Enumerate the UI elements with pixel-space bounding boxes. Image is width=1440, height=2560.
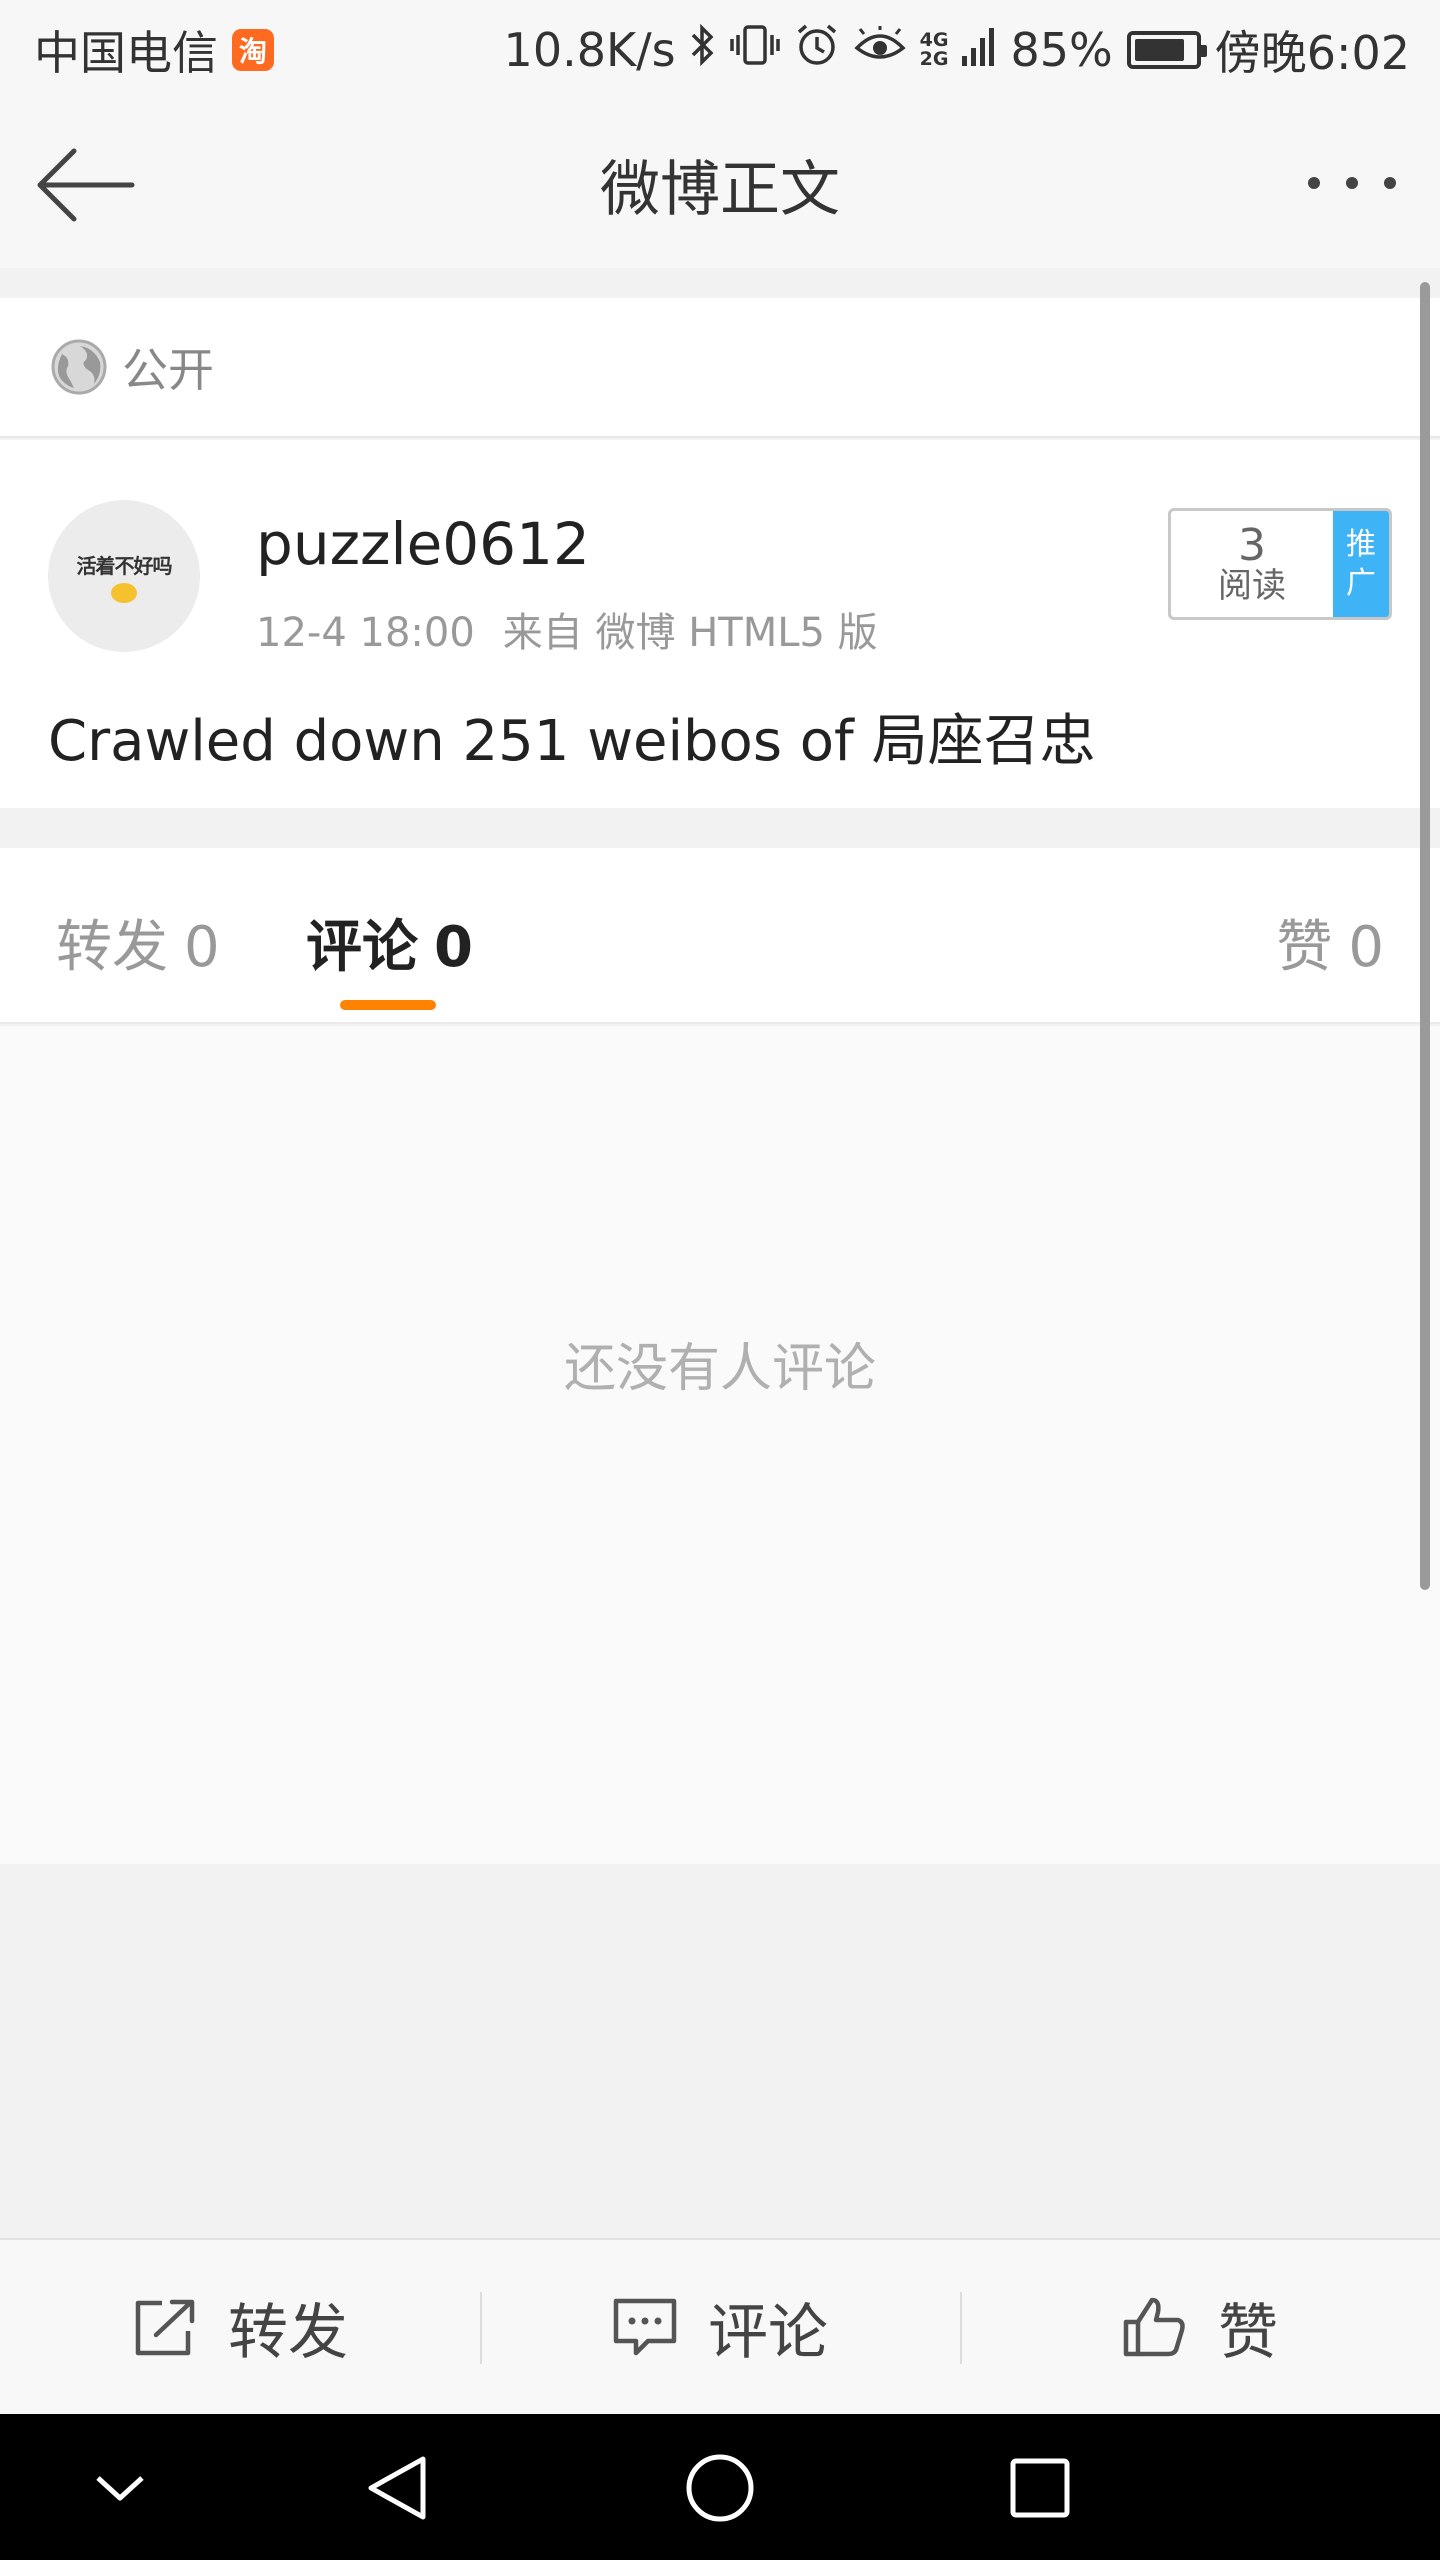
battery-icon xyxy=(1126,31,1207,69)
eye-icon xyxy=(854,23,906,77)
tab-repost[interactable]: 转发 0 xyxy=(56,902,220,983)
page-title: 微博正文 xyxy=(600,154,840,225)
comment-button[interactable]: 评论 xyxy=(480,2240,960,2414)
more-button[interactable] xyxy=(1300,158,1400,208)
repost-label: 转发 xyxy=(228,2297,348,2368)
read-count-label: 阅读 xyxy=(1218,566,1286,607)
post-source: 来自 微博 HTML5 版 xyxy=(502,610,878,656)
top-nav-bar: 微博正文 xyxy=(0,100,1440,268)
read-count-box[interactable]: 3 阅读 推 广 xyxy=(1168,508,1392,620)
tab-comment-label: 评论 xyxy=(306,915,418,980)
battery-fill xyxy=(1134,39,1184,61)
network-type-bottom: 2G xyxy=(919,48,949,70)
post-text: Crawled down 251 weibos of 局座召忠 xyxy=(48,709,1096,774)
arrow-left-icon xyxy=(37,148,135,222)
globe-icon xyxy=(51,339,107,395)
collapse-icon[interactable] xyxy=(80,2448,160,2528)
tab-repost-label: 转发 xyxy=(56,915,168,980)
tab-like-label: 赞 xyxy=(1276,915,1333,980)
promote-label-1: 推 xyxy=(1346,527,1376,562)
avatar[interactable]: 活着不好吗 xyxy=(48,500,200,652)
avatar-text: 活着不好吗 xyxy=(76,553,173,578)
battery-percent: 85% xyxy=(1010,23,1113,77)
alarm-icon xyxy=(794,22,840,79)
like-label: 赞 xyxy=(1218,2297,1278,2368)
recents-square-icon[interactable] xyxy=(1000,2448,1080,2528)
tab-comment[interactable]: 评论 0 xyxy=(306,902,473,983)
net-speed: 10.8K/s xyxy=(503,23,676,77)
active-tab-indicator xyxy=(340,1000,436,1010)
system-navigation-bar xyxy=(0,2414,1440,2560)
signal-icon xyxy=(962,23,996,77)
promote-label-2: 广 xyxy=(1346,566,1376,601)
post-time: 12-4 18:00 xyxy=(256,610,475,656)
tab-like-count: 0 xyxy=(1348,915,1384,980)
read-count: 3 阅读 xyxy=(1171,511,1333,617)
post-meta: 12-4 18:00 来自 微博 HTML5 版 xyxy=(256,600,878,658)
status-bar: 中国电信 淘 10.8K/s 4G 2G 85% 傍晚6:02 xyxy=(0,0,1440,100)
interaction-tabs: 转发 0 评论 0 赞0 xyxy=(0,848,1440,1024)
like-button[interactable]: 赞 xyxy=(960,2240,1440,2414)
comment-icon xyxy=(613,2298,677,2356)
home-circle-icon[interactable] xyxy=(680,2448,760,2528)
bottom-action-bar: 转发 评论 赞 xyxy=(0,2238,1440,2414)
scrollbar[interactable] xyxy=(1420,282,1430,1590)
visibility-label: 公开 xyxy=(122,343,214,397)
vibrate-icon xyxy=(729,23,780,78)
tab-repost-count: 0 xyxy=(184,915,220,980)
post-card: 活着不好吗 puzzle0612 12-4 18:00 来自 微博 HTML5 版… xyxy=(0,440,1440,808)
smiley-face-icon xyxy=(111,582,137,603)
read-count-number: 3 xyxy=(1238,520,1266,572)
comment-label: 评论 xyxy=(708,2297,828,2368)
empty-comments-message: 还没有人评论 xyxy=(563,1339,876,1399)
thumbs-up-icon xyxy=(1123,2297,1185,2357)
back-triangle-icon[interactable] xyxy=(358,2448,438,2528)
back-button[interactable] xyxy=(36,140,136,230)
share-icon xyxy=(135,2299,195,2356)
username[interactable]: puzzle0612 xyxy=(256,510,590,578)
comments-list: 还没有人评论 xyxy=(0,1026,1440,1864)
status-bar-right: 10.8K/s 4G 2G 85% 傍晚6:02 xyxy=(504,17,1410,83)
network-type: 4G 2G xyxy=(920,31,949,69)
bluetooth-icon xyxy=(690,23,716,78)
status-bar-left: 中国电信 淘 xyxy=(34,17,274,83)
carrier-label: 中国电信 xyxy=(34,26,218,80)
visibility-row: 公开 xyxy=(0,298,1440,438)
taobao-icon: 淘 xyxy=(232,29,274,71)
tab-like[interactable]: 赞0 xyxy=(1276,902,1384,983)
tab-comment-count: 0 xyxy=(434,915,473,980)
more-dots-icon xyxy=(1308,177,1396,189)
clock-time: 傍晚6:02 xyxy=(1214,26,1410,80)
repost-button[interactable]: 转发 xyxy=(0,2240,480,2414)
promote-button[interactable]: 推 广 xyxy=(1333,511,1389,617)
